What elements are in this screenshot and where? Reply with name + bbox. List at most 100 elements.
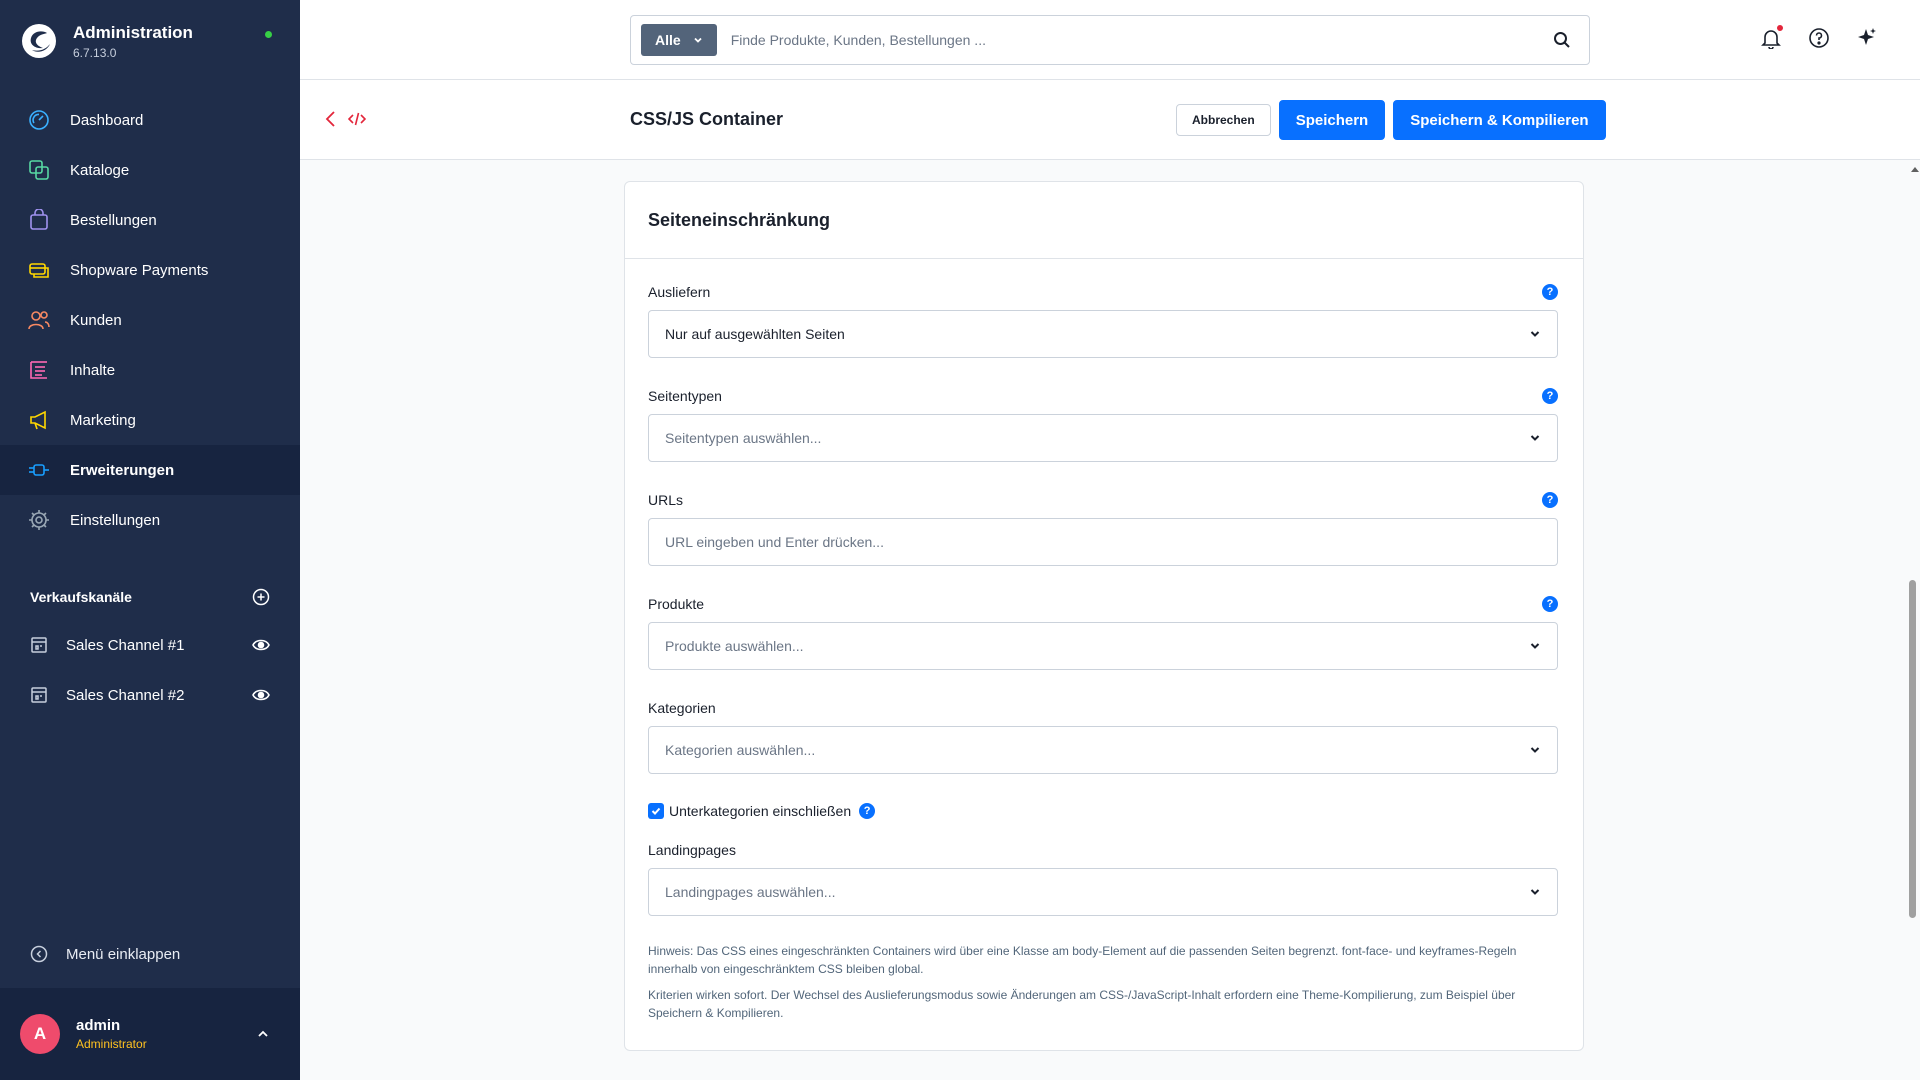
urls-field: URLs ? [648, 490, 1558, 566]
seitentypen-select[interactable]: Seitentypen auswählen... [648, 414, 1558, 462]
save-compile-button[interactable]: Speichern & Kompilieren [1393, 100, 1606, 140]
settings-gear-icon [29, 510, 49, 530]
sidebar-item-bestellungen[interactable]: Bestellungen [0, 195, 300, 245]
sidebar-item-label: Inhalte [70, 361, 116, 379]
eye-icon[interactable] [252, 686, 270, 704]
sidebar-item-marketing[interactable]: Marketing [0, 395, 300, 445]
user-role: Administrator [76, 1037, 147, 1051]
content-icon [30, 361, 47, 379]
user-name: admin [76, 1017, 121, 1034]
sidebar-item-kunden[interactable]: Kunden [0, 295, 300, 345]
status-indicator [265, 31, 272, 38]
field-label: URLs [648, 492, 684, 508]
produkte-select[interactable]: Produkte auswählen... [648, 622, 1558, 670]
customers-icon [28, 311, 50, 330]
back-arrow-icon[interactable] [324, 110, 338, 128]
produkte-field: Produkte ? Produkte auswählen... [648, 594, 1558, 670]
sales-channel-label: Sales Channel #2 [66, 686, 185, 704]
chevron-down-icon [1530, 889, 1540, 895]
hint-text: Hinweis: Das CSS eines eingeschränkten C… [648, 942, 1560, 1022]
ai-assistant-button[interactable] [1856, 27, 1878, 49]
select-placeholder: Landingpages auswählen... [665, 884, 836, 900]
avatar: A [20, 1014, 60, 1054]
save-button[interactable]: Speichern [1278, 100, 1386, 140]
scrollbar-thumb[interactable] [1909, 580, 1916, 918]
notification-badge [1777, 25, 1783, 31]
ausliefern-select[interactable]: Nur auf ausgewählten Seiten [648, 310, 1558, 358]
collapse-arrow-icon [30, 945, 48, 963]
search-type-label: Alle [655, 32, 681, 48]
sidebar-item-label: Erweiterungen [70, 461, 175, 479]
sales-channel-list: Sales Channel #1 Sales Channel #2 [0, 620, 300, 720]
select-placeholder: Kategorien auswählen... [665, 742, 816, 758]
sidebar-item-shopware-payments[interactable]: Shopware Payments [0, 245, 300, 295]
sales-channel-item[interactable]: Sales Channel #2 [0, 670, 300, 720]
sales-channel-item[interactable]: Sales Channel #1 [0, 620, 300, 670]
landingpages-field: Landingpages Landingpages auswählen... [648, 840, 1558, 916]
brand[interactable]: Administration 6.7.13.0 [20, 22, 193, 60]
collapse-menu-button[interactable]: Menü einklappen [30, 945, 180, 963]
help-icon[interactable]: ? [859, 803, 876, 819]
sidebar-item-erweiterungen[interactable]: Erweiterungen [0, 445, 300, 495]
field-label: Produkte [648, 596, 705, 612]
user-menu[interactable]: A admin Administrator [0, 988, 300, 1080]
eye-icon[interactable] [252, 636, 270, 654]
top-bar: Alle [300, 0, 1920, 80]
sidebar-item-einstellungen[interactable]: Einstellungen [0, 495, 300, 545]
field-label: Kategorien [648, 700, 716, 716]
card-title: Seiteneinschränkung [625, 182, 1583, 259]
field-label: Landingpages [648, 842, 736, 858]
select-placeholder: Produkte auswählen... [665, 638, 804, 654]
help-icon[interactable]: ? [1542, 492, 1558, 508]
landingpages-select[interactable]: Landingpages auswählen... [648, 868, 1558, 916]
code-icon [348, 112, 366, 126]
unterkategorien-checkbox-row: Unterkategorien einschließen ? [648, 803, 876, 819]
cancel-button[interactable]: Abbrechen [1176, 104, 1271, 136]
search-type-dropdown[interactable]: Alle [641, 24, 717, 56]
sidebar-item-kataloge[interactable]: Kataloge [0, 145, 300, 195]
checkbox-label[interactable]: Unterkategorien einschließen [669, 803, 851, 819]
smart-bar: CSS/JS Container Abbrechen Speichern Spe… [300, 80, 1920, 160]
catalog-icon [29, 160, 49, 180]
sidebar-item-inhalte[interactable]: Inhalte [0, 345, 300, 395]
ausliefern-field: Ausliefern ? Nur auf ausgewählten Seiten [648, 282, 1558, 358]
help-icon[interactable]: ? [1542, 284, 1558, 300]
page-title: CSS/JS Container [630, 109, 784, 129]
page-restriction-card: Seiteneinschränkung Ausliefern ? Nur auf… [624, 181, 1584, 1051]
kategorien-select[interactable]: Kategorien auswählen... [648, 726, 1558, 774]
storefront-icon [31, 637, 47, 653]
chevron-up-icon [258, 1030, 268, 1037]
dashboard-gauge-icon [29, 110, 49, 130]
field-label: Ausliefern [648, 284, 711, 300]
smart-bar-actions: Abbrechen Speichern Speichern & Kompilie… [1176, 100, 1606, 140]
add-circle-icon[interactable] [252, 588, 270, 606]
select-placeholder: Seitentypen auswählen... [665, 430, 822, 446]
sidebar-item-label: Dashboard [70, 111, 144, 129]
content-area: Seiteneinschränkung Ausliefern ? Nur auf… [300, 161, 1910, 1080]
extensions-plug-icon [29, 464, 49, 476]
chevron-down-icon [1530, 643, 1540, 649]
notifications-button[interactable] [1760, 25, 1783, 50]
field-label: Seitentypen [648, 388, 722, 404]
urls-input[interactable] [648, 518, 1558, 566]
sales-channels-title: Verkaufskanäle [30, 589, 132, 605]
help-icon[interactable]: ? [1542, 388, 1558, 404]
sidebar-item-label: Kunden [70, 311, 122, 329]
help-button[interactable] [1808, 27, 1830, 49]
orders-bag-icon [30, 209, 48, 230]
scroll-up-arrow-icon[interactable] [1911, 167, 1919, 172]
sidebar: Administration 6.7.13.0 Dashboard Katalo… [0, 0, 300, 1080]
select-value: Nur auf ausgewählten Seiten [665, 326, 845, 342]
hint-paragraph: Hinweis: Das CSS eines eingeschränkten C… [648, 944, 1517, 976]
sidebar-item-label: Bestellungen [70, 211, 157, 229]
shopware-logo-icon [22, 24, 56, 58]
help-icon[interactable]: ? [1542, 596, 1558, 612]
sidebar-item-label: Marketing [70, 411, 136, 429]
sidebar-item-dashboard[interactable]: Dashboard [0, 95, 300, 145]
chevron-down-icon [694, 37, 702, 43]
search-input[interactable] [716, 32, 1553, 48]
hint-paragraph: Kriterien wirken sofort. Der Wechsel des… [648, 988, 1516, 1020]
search-icon[interactable] [1553, 31, 1571, 49]
top-bar-actions [1760, 25, 1878, 50]
unterkategorien-checkbox[interactable] [648, 803, 664, 819]
